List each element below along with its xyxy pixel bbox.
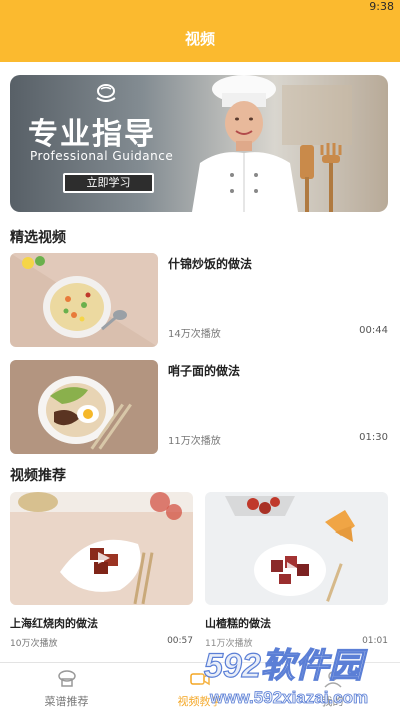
video-duration: 00:57 <box>167 636 193 646</box>
braised-pork-image <box>10 492 193 605</box>
content-area[interactable]: 专业指导 Professional Guidance 立即学习 精选视频 什锦炒… <box>0 62 400 662</box>
promo-banner[interactable]: 专业指导 Professional Guidance 立即学习 <box>10 75 388 212</box>
video-views: 10万次播放 <box>10 639 58 649</box>
hawthorn-cake-image <box>205 492 388 605</box>
app-header: 视频 <box>0 14 400 62</box>
learn-now-button[interactable]: 立即学习 <box>63 173 154 193</box>
video-title: 上海红烧肉的做法 <box>10 617 98 630</box>
chef-illustration <box>192 75 352 212</box>
fried-rice-image <box>10 253 158 347</box>
noodle-bowl-image <box>10 360 158 454</box>
banner-subtitle: Professional Guidance <box>30 149 174 163</box>
featured-section-title: 精选视频 <box>10 230 66 246</box>
video-views: 14万次播放 <box>168 329 221 340</box>
status-time: 9:38 <box>369 0 394 13</box>
video-thumbnail[interactable] <box>10 492 193 605</box>
chef-hat-icon <box>58 670 76 687</box>
video-duration: 00:44 <box>359 325 388 336</box>
watermark-url: www.592xiazai.com <box>209 688 368 707</box>
video-thumbnail[interactable] <box>10 360 158 454</box>
tab-label: 菜谱推荐 <box>44 695 89 708</box>
featured-video-item[interactable]: 哨子面的做法 11万次播放 01:30 <box>10 360 388 454</box>
recommended-section-title: 视频推荐 <box>10 468 66 484</box>
page-title: 视频 <box>184 29 215 48</box>
watermark-brand: 592软件园 <box>204 647 368 685</box>
featured-video-item[interactable]: 什锦炒饭的做法 14万次播放 00:44 <box>10 253 388 347</box>
chef-logo-icon <box>96 84 116 102</box>
video-title: 山楂糕的做法 <box>205 617 271 630</box>
video-views: 11万次播放 <box>168 436 221 447</box>
video-duration: 01:30 <box>359 432 388 443</box>
video-thumbnail[interactable] <box>205 492 388 605</box>
video-title: 什锦炒饭的做法 <box>168 257 253 271</box>
banner-title: 专业指导 <box>28 117 156 152</box>
status-bar: 9:38 <box>0 0 400 14</box>
video-title: 哨子面的做法 <box>168 364 241 378</box>
video-thumbnail[interactable] <box>10 253 158 347</box>
tab-recipe-recommend[interactable]: 菜谱推荐 <box>0 663 133 711</box>
site-watermark: 592软件园 www.592xiazai.com <box>200 637 400 711</box>
